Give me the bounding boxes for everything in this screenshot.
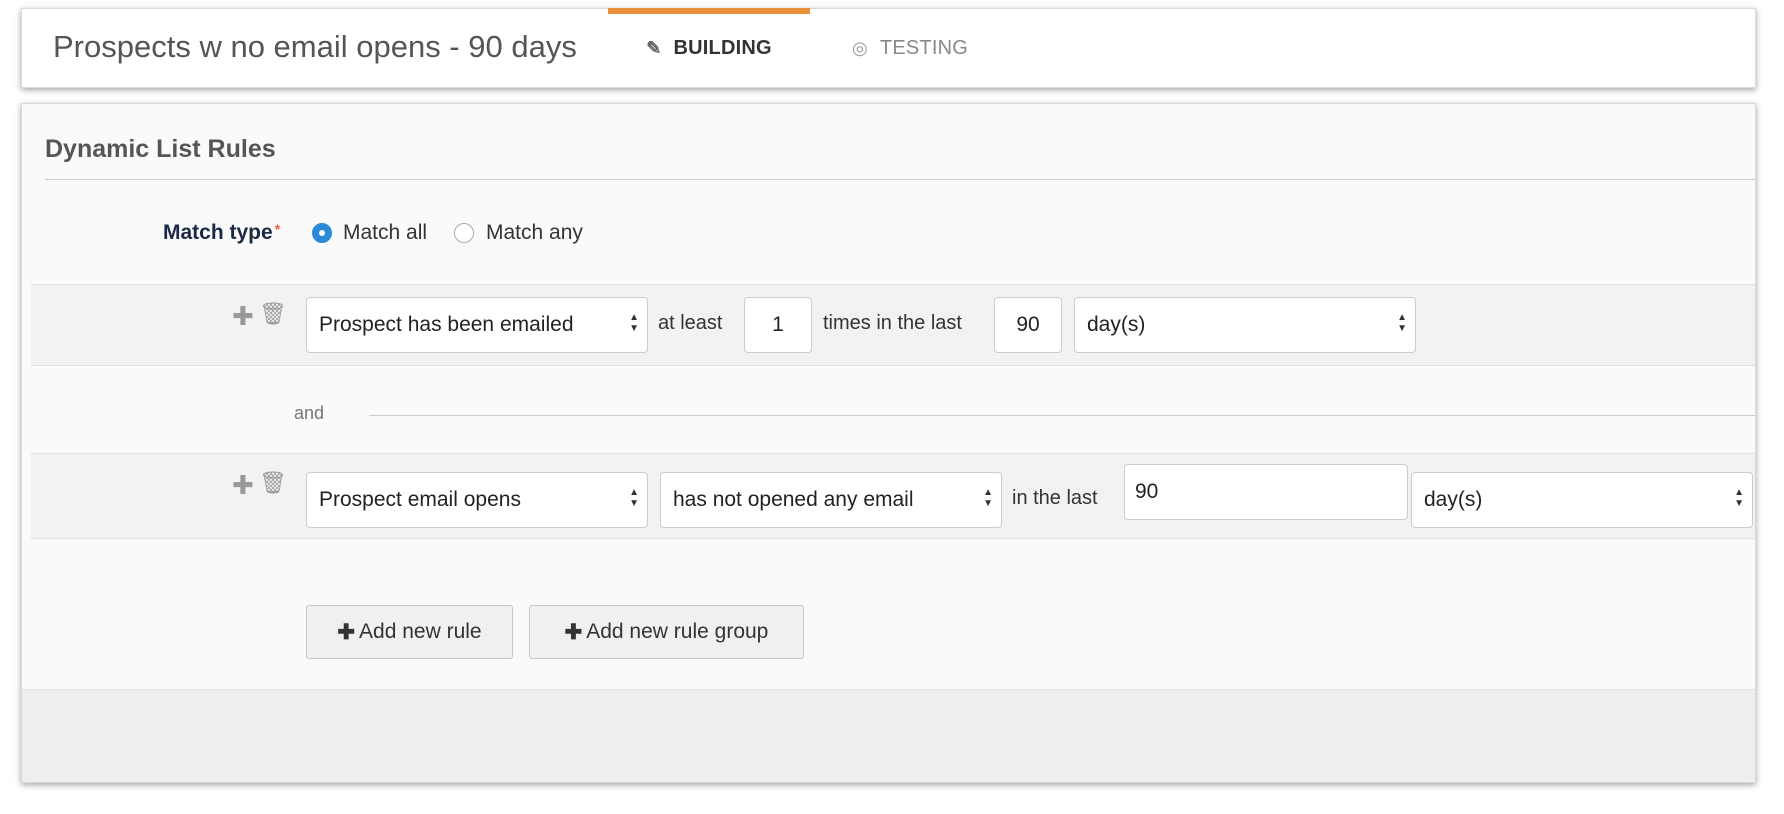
rule-field-select[interactable]: Prospect has been emailed ▲ ▼ <box>306 297 648 353</box>
plus-icon: ✚ <box>564 620 583 644</box>
divider <box>369 415 1755 416</box>
count-input[interactable]: 1 <box>744 297 812 353</box>
select-arrows-icon: ▲ ▼ <box>629 312 639 334</box>
add-rule-icon[interactable]: ✚ <box>232 303 254 329</box>
select-arrows-icon: ▲ ▼ <box>1397 312 1407 334</box>
page-title: Prospects w no email opens - 90 days <box>53 29 577 64</box>
connector-label: and <box>294 403 325 423</box>
tab-building-label: BUILDING <box>673 36 772 59</box>
rule-text: times in the last <box>823 312 962 334</box>
delete-rule-icon[interactable]: 🗑 <box>259 472 287 494</box>
add-rule-icon[interactable]: ✚ <box>232 472 254 498</box>
tab-testing[interactable]: ◎ TESTING <box>852 9 968 87</box>
panel-title: Dynamic List Rules <box>45 135 276 163</box>
divider <box>45 179 1755 180</box>
add-new-rule-group-button[interactable]: ✚ Add new rule group <box>529 605 804 659</box>
operator-select[interactable]: has not opened any email ▲ ▼ <box>660 472 1002 528</box>
days-input[interactable]: 90 <box>994 297 1062 353</box>
required-marker: * <box>274 221 281 237</box>
plus-icon: ✚ <box>337 620 356 644</box>
rule-row: ✚ 🗑 Prospect has been emailed ▲ ▼ at leas… <box>31 284 1755 366</box>
unit-select[interactable]: day(s) ▲ ▼ <box>1074 297 1416 353</box>
select-arrows-icon: ▲ ▼ <box>983 487 993 509</box>
match-type-label: Match type * <box>163 221 281 244</box>
unit-select[interactable]: day(s) ▲ ▼ <box>1411 472 1753 528</box>
match-all-radio[interactable] <box>312 223 332 243</box>
panel-footer <box>22 689 1755 782</box>
rule-text: in the last <box>1012 487 1098 509</box>
rule-row: ✚ 🗑 Prospect email opens ▲ ▼ has not open… <box>31 453 1755 539</box>
match-any-label[interactable]: Match any <box>486 221 583 245</box>
target-icon: ◎ <box>852 37 868 58</box>
match-any-radio[interactable] <box>454 223 474 243</box>
list-header: Prospects w no email opens - 90 days ✎ B… <box>21 8 1756 88</box>
rule-field-select[interactable]: Prospect email opens ▲ ▼ <box>306 472 648 528</box>
tab-building[interactable]: ✎ BUILDING <box>608 8 810 87</box>
edit-icon: ✎ <box>646 37 662 58</box>
match-all-label[interactable]: Match all <box>343 221 427 245</box>
select-arrows-icon: ▲ ▼ <box>1734 487 1744 509</box>
rules-panel: Dynamic List Rules Match type * Match all… <box>21 103 1756 783</box>
tab-testing-label: TESTING <box>879 36 968 59</box>
add-new-rule-button[interactable]: ✚ Add new rule <box>306 605 513 659</box>
select-arrows-icon: ▲ ▼ <box>629 487 639 509</box>
delete-rule-icon[interactable]: 🗑 <box>259 303 287 325</box>
rule-text: at least <box>658 312 723 334</box>
days-input[interactable]: 90 <box>1124 464 1408 520</box>
